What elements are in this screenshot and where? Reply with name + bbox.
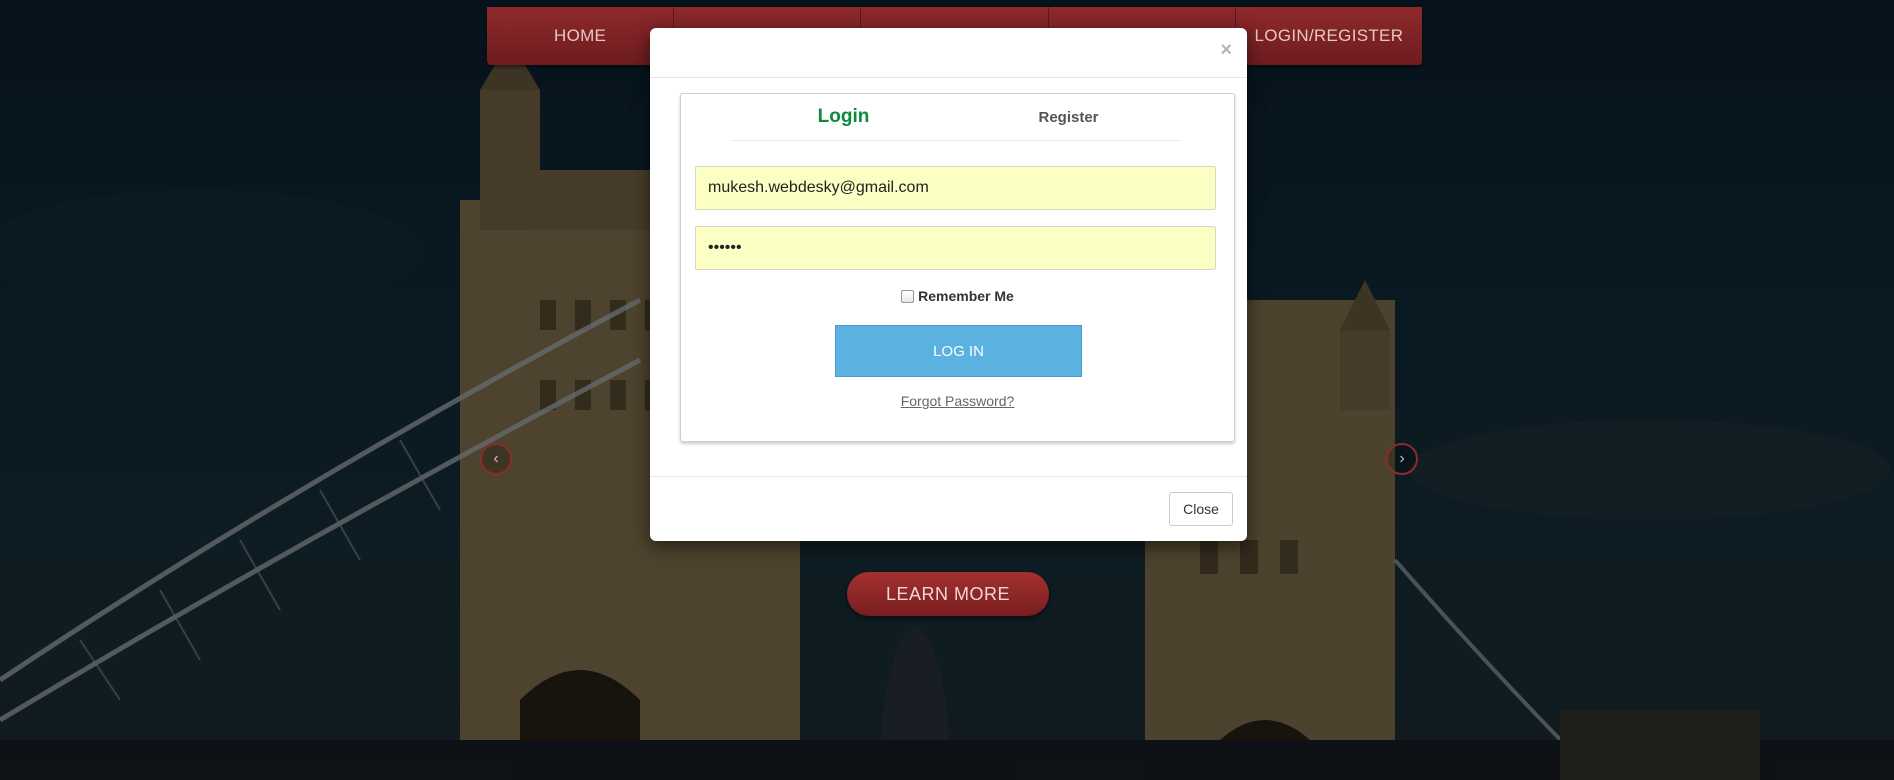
tab-register[interactable]: Register bbox=[956, 94, 1181, 140]
tab-login[interactable]: Login bbox=[731, 94, 956, 140]
learn-more-button[interactable]: LEARN MORE bbox=[847, 572, 1049, 616]
modal-footer: Close bbox=[650, 476, 1247, 541]
remember-me-checkbox[interactable] bbox=[901, 289, 915, 303]
close-icon[interactable]: × bbox=[1220, 40, 1232, 60]
remember-me-row: Remember Me bbox=[681, 288, 1234, 304]
password-field[interactable] bbox=[695, 226, 1216, 270]
login-button[interactable]: LOG IN bbox=[835, 325, 1082, 377]
login-panel: Login Register Remember Me LOG IN Forgot… bbox=[680, 93, 1235, 442]
email-field[interactable] bbox=[695, 166, 1216, 210]
chevron-right-icon: › bbox=[1399, 450, 1405, 467]
login-modal: × Login Register Remember Me LOG IN Forg… bbox=[650, 28, 1247, 541]
close-button[interactable]: Close bbox=[1169, 492, 1233, 526]
modal-header: × bbox=[650, 28, 1247, 78]
forgot-password-link[interactable]: Forgot Password? bbox=[681, 393, 1234, 409]
slider-prev-button[interactable]: ‹ bbox=[480, 443, 512, 475]
remember-me-label[interactable]: Remember Me bbox=[918, 288, 1014, 304]
auth-tabs: Login Register bbox=[731, 94, 1181, 141]
slider-next-button[interactable]: › bbox=[1386, 443, 1418, 475]
nav-item-login-register[interactable]: LOGIN/REGISTER bbox=[1236, 7, 1422, 65]
chevron-left-icon: ‹ bbox=[493, 450, 499, 467]
nav-item-home[interactable]: HOME bbox=[487, 7, 675, 65]
